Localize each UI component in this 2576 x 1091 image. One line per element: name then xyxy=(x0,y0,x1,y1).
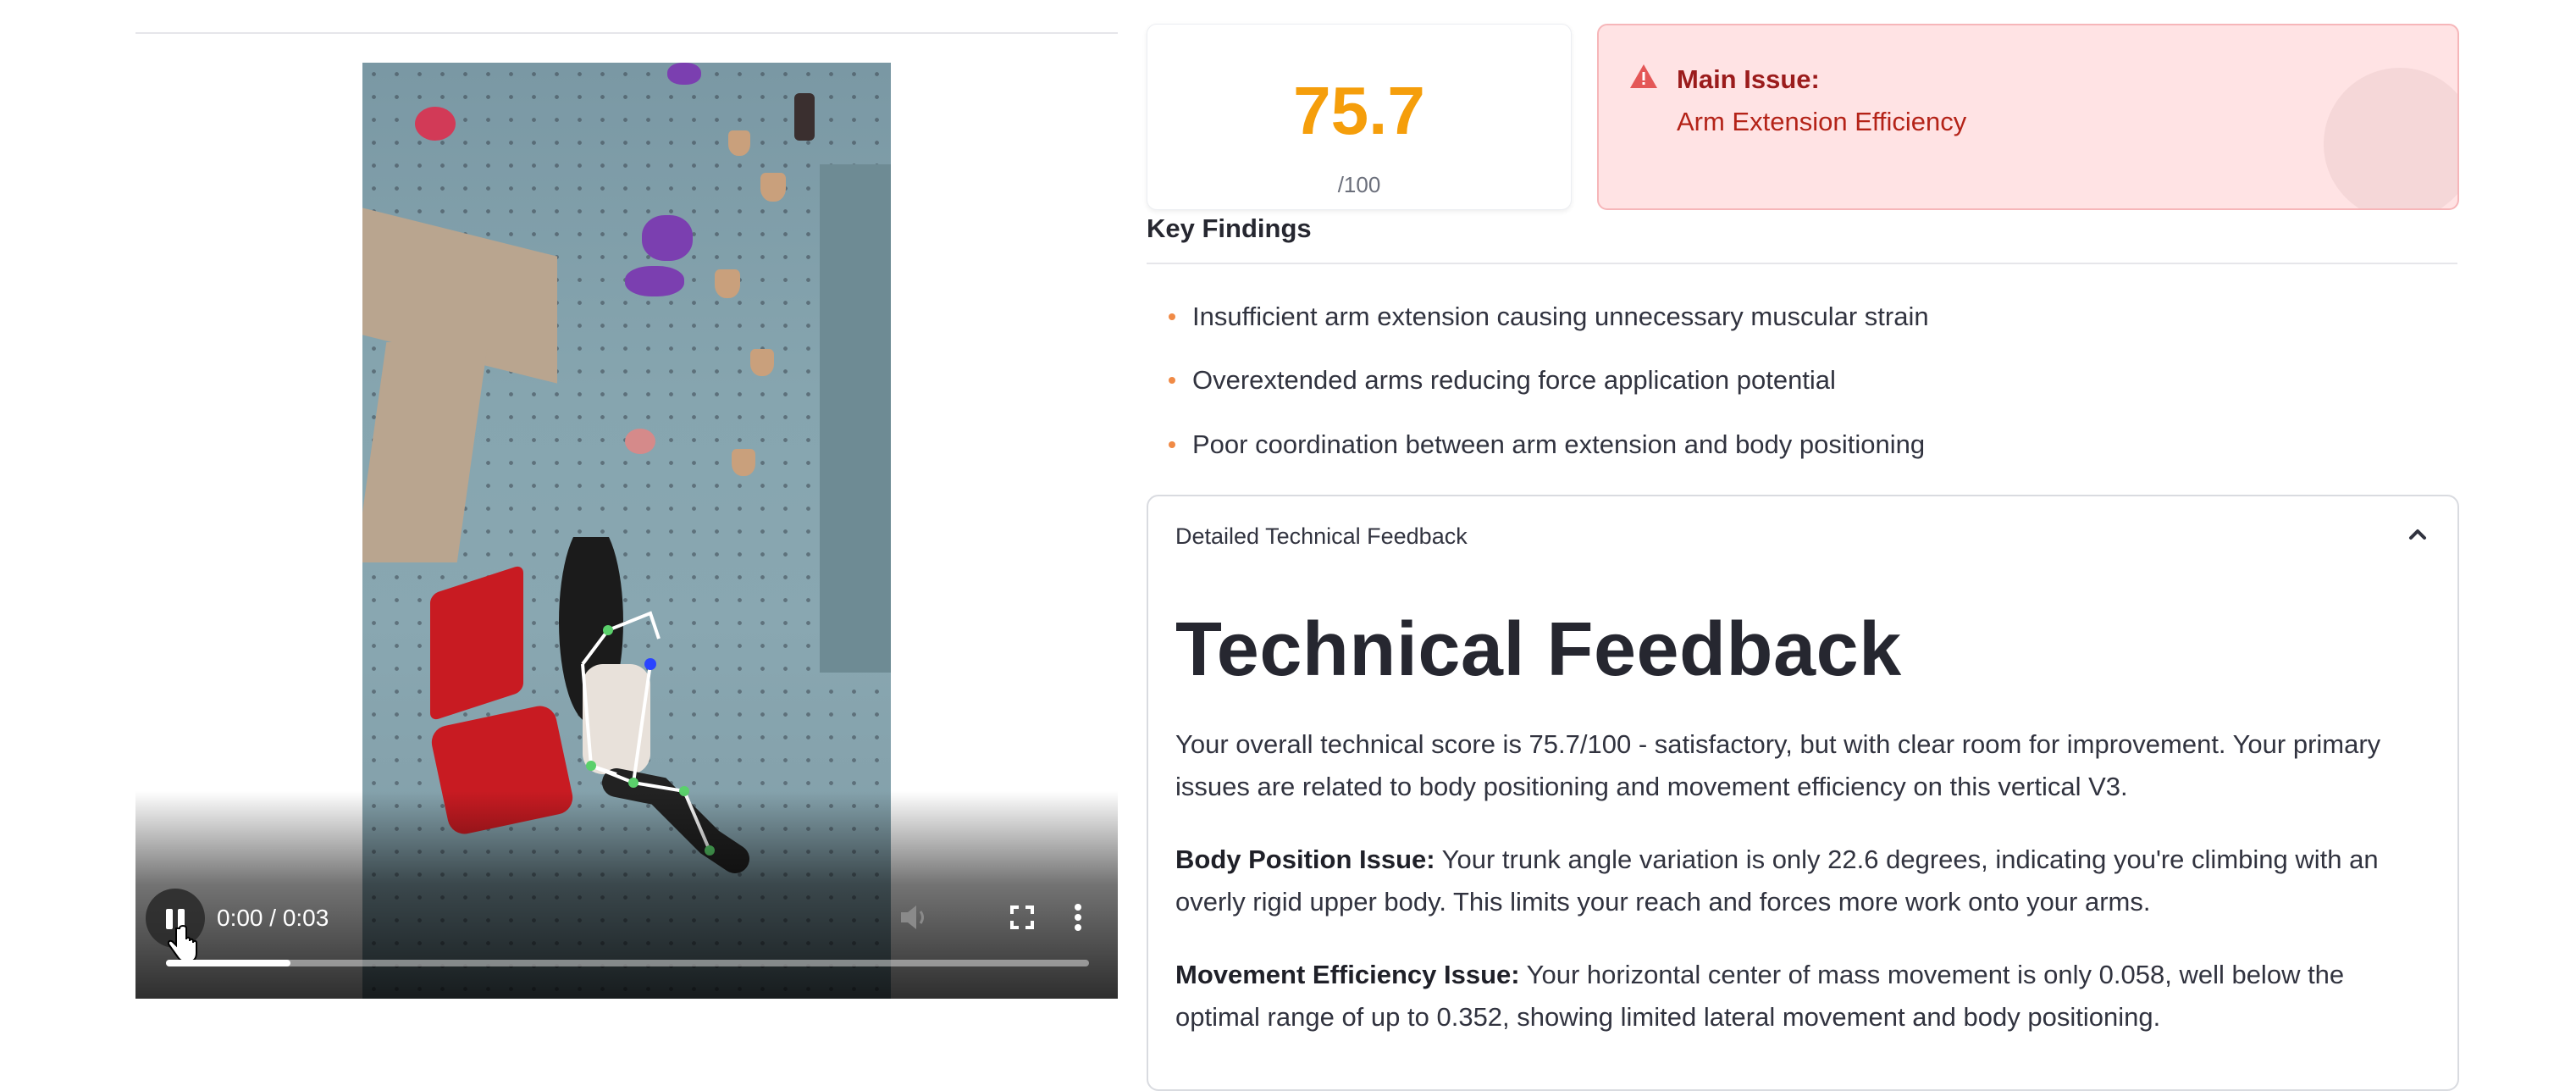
bullet-icon xyxy=(1169,313,1175,320)
hand-cursor-icon xyxy=(168,925,197,962)
body-position-label: Body Position Issue: xyxy=(1175,845,1435,874)
main-issue-title: Main Issue: xyxy=(1677,64,1820,94)
video-player[interactable]: 0:00 / 0:03 xyxy=(135,63,1118,999)
chevron-up-icon[interactable] xyxy=(2405,522,2430,547)
body-position-paragraph: Body Position Issue: Your trunk angle va… xyxy=(1175,845,2379,917)
expander-toggle-label[interactable]: Detailed Technical Feedback xyxy=(1175,523,1468,550)
video-time: 0:00 / 0:03 xyxy=(217,905,329,931)
controls-gradient xyxy=(135,791,1118,999)
section-divider xyxy=(135,32,1118,34)
volume-icon[interactable] xyxy=(898,903,931,932)
score-denominator: /100 xyxy=(1337,172,1381,197)
movement-efficiency-label: Movement Efficiency Issue: xyxy=(1175,960,1520,989)
score-value: 75.7 xyxy=(1293,73,1425,148)
main-issue-card: Main Issue: Arm Extension Efficiency xyxy=(1597,24,2459,210)
key-findings-heading: Key Findings xyxy=(1147,213,1312,243)
score-card: 75.7 /100 xyxy=(1147,24,1572,210)
warning-icon xyxy=(1630,64,1657,88)
feedback-heading: Technical Feedback xyxy=(1175,607,1902,692)
feedback-intro: Your overall technical score is 75.7/100… xyxy=(1175,729,2381,801)
video-progress-fill xyxy=(166,960,291,966)
video-progress-bar[interactable] xyxy=(166,960,1089,966)
main-issue-text: Arm Extension Efficiency xyxy=(1677,107,1967,136)
fullscreen-icon[interactable] xyxy=(1009,905,1035,930)
finding-item: Insufficient arm extension causing unnec… xyxy=(1169,302,1929,332)
finding-item: Poor coordination between arm extension … xyxy=(1169,429,1925,460)
bullet-icon xyxy=(1169,441,1175,448)
bullet-icon xyxy=(1169,377,1175,384)
watermark-decoration xyxy=(2324,68,2457,208)
detailed-feedback-expander: Detailed Technical Feedback Technical Fe… xyxy=(1147,495,2459,1091)
movement-efficiency-paragraph: Movement Efficiency Issue: Your horizont… xyxy=(1175,960,2345,1032)
more-vertical-icon[interactable] xyxy=(1072,903,1084,932)
key-findings-divider xyxy=(1147,263,2457,264)
finding-item: Overextended arms reducing force applica… xyxy=(1169,365,1836,396)
